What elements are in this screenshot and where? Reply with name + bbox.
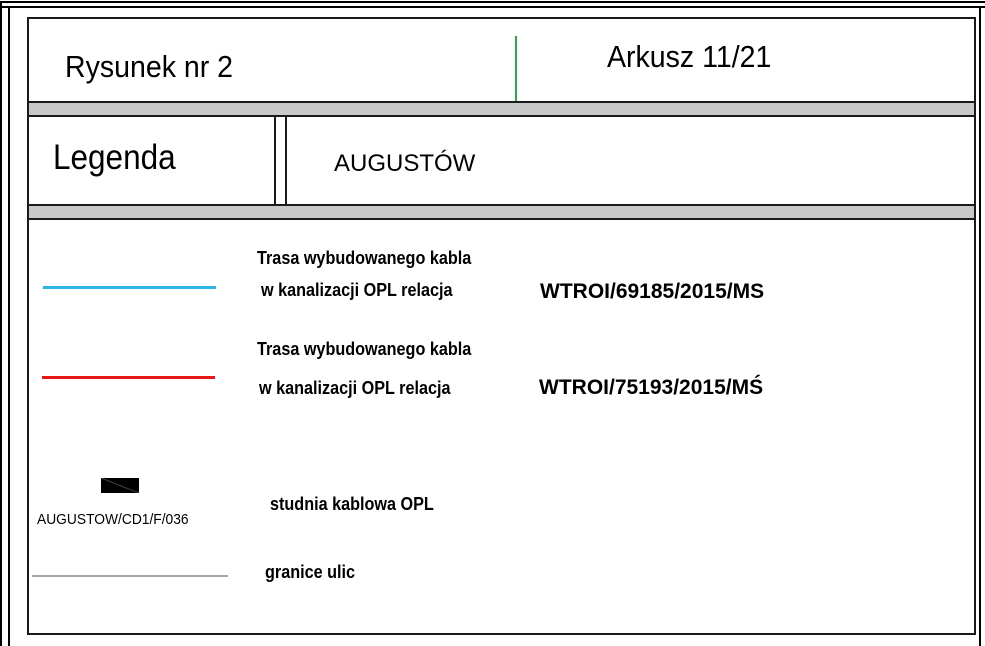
inner-frame-left-line bbox=[8, 8, 10, 646]
outer-frame-left-line bbox=[0, 1, 2, 646]
separator-band-bottom bbox=[29, 204, 974, 220]
legend-item-2-code: WTROI/75193/2015/MŚ bbox=[539, 376, 764, 399]
inner-frame-top-line bbox=[0, 6, 985, 8]
title-divider bbox=[515, 36, 517, 102]
manhole-description: studnia kablowa OPL bbox=[270, 494, 434, 514]
street-border-description: granice ulic bbox=[265, 562, 356, 582]
sheet-number: Arkusz 11/21 bbox=[607, 39, 772, 74]
legend-item-2-line1: Trasa wybudowanego kabla bbox=[257, 339, 472, 359]
legend-item-1-line1: Trasa wybudowanego kabla bbox=[257, 248, 472, 268]
legend-item-1-code: WTROI/69185/2015/MS bbox=[540, 280, 765, 303]
legend-item-2-line2: w kanalizacji OPL relacja bbox=[259, 378, 451, 398]
legend-divider-right bbox=[285, 117, 287, 204]
legend-item-1-line2: w kanalizacji OPL relacja bbox=[261, 280, 453, 300]
separator-band-top bbox=[29, 101, 974, 117]
drawing-number: Rysunek nr 2 bbox=[65, 49, 234, 84]
legend-sheet: Rysunek nr 2 Arkusz 11/21 Legenda AUGUST… bbox=[27, 17, 976, 635]
legend-line-red bbox=[42, 376, 215, 379]
manhole-icon bbox=[101, 478, 139, 493]
outer-frame-top-line bbox=[0, 1, 985, 3]
legend-divider-left bbox=[274, 117, 276, 204]
legend-line-gray bbox=[32, 575, 228, 577]
legend-title: Legenda bbox=[53, 138, 176, 177]
legend-line-blue bbox=[43, 286, 216, 289]
manhole-label: AUGUSTOW/CD1/F/036 bbox=[37, 511, 189, 528]
town-name: AUGUSTÓW bbox=[334, 150, 476, 177]
frame-right-line bbox=[979, 8, 981, 646]
